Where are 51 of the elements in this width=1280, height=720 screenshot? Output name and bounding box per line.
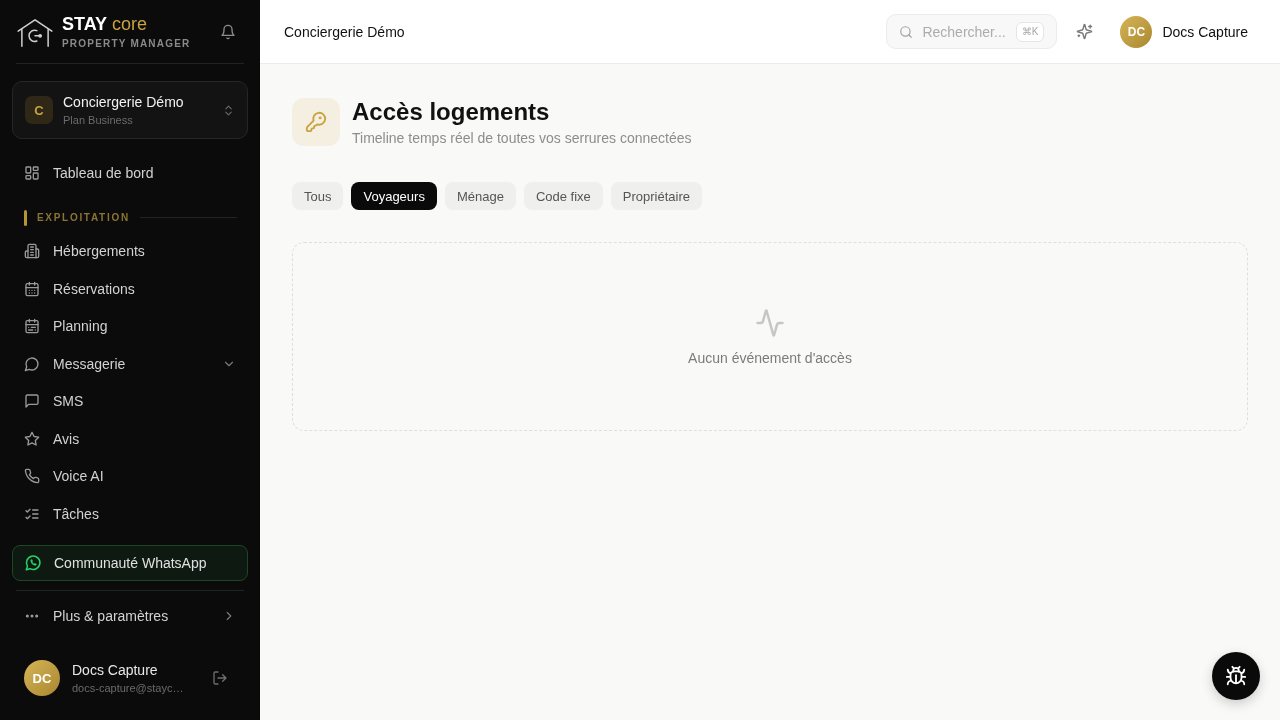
page-subtitle: Timeline temps réel de toutes vos serrures connectées [352,129,692,147]
nav-item[interactable]: Avis [12,420,248,458]
filter-tab[interactable]: Code fixe [523,182,603,210]
nav-item[interactable]: Réservations [12,270,248,308]
workspace-title: Conciergerie Démo [284,23,405,40]
bell-icon[interactable] [220,23,236,40]
user-name: Docs Capture [1162,23,1248,40]
filter-tab[interactable]: Ménage [444,182,516,210]
key-icon [292,98,340,146]
empty-message: Aucun événement d'accès [688,349,852,368]
filter-tab[interactable]: Tous [292,182,344,210]
chat-phone-icon [24,554,42,572]
nav-item[interactable]: Tâches [12,495,248,533]
sparkles-icon [1075,23,1093,40]
dashboard-grid-icon [24,164,40,181]
user-email: docs-capture@stayc… [72,680,184,695]
calendar-icon [24,280,40,297]
phone-icon [24,468,40,485]
search-input[interactable]: Rechercher... [922,23,1007,40]
community-link[interactable]: Communauté WhatsApp [12,545,248,581]
user-name: Docs Capture [72,661,159,679]
logo-tagline: PROPERTY MANAGER [62,37,191,50]
nav-item[interactable]: Tableau de bord [12,154,248,192]
nav-item[interactable]: Planning [12,307,248,345]
filter-tab[interactable]: Voyageurs [351,182,437,210]
workspace-name: Conciergerie Démo [63,93,184,111]
page-title: Accès logements [352,97,551,127]
logout-icon[interactable] [212,670,228,686]
search-icon [899,24,914,39]
workspace-avatar: C [25,96,53,124]
more-settings-link[interactable]: Plus & paramètres [12,597,248,635]
workspace-switcher[interactable]: C Conciergerie Démo Plan Business [12,81,248,139]
bug-report-button[interactable] [1212,652,1260,700]
building-icon [24,243,40,260]
nav-item[interactable]: Hébergements [12,232,248,270]
bug-icon [1225,665,1247,687]
nav-item[interactable]: Messagerie [12,345,248,383]
house-logo-icon [16,17,54,48]
logo-wordmark: STAY core [62,13,149,34]
section-label: EXPLOITATION [37,210,130,225]
shortcut-hint: ⌘K [1015,21,1045,42]
nav-item[interactable]: Voice AI [12,457,248,495]
calendar-icon [24,318,40,335]
star-icon [24,430,40,447]
up-down-chevron-icon [222,103,235,117]
bar-marker-icon [24,209,27,226]
nav-item[interactable]: SMS [12,382,248,420]
filter-tab[interactable]: Propriétaire [610,182,702,210]
pulse-line-icon [755,308,785,338]
chat-bubble-icon [24,355,40,372]
workspace-plan: Plan Business [63,113,134,127]
